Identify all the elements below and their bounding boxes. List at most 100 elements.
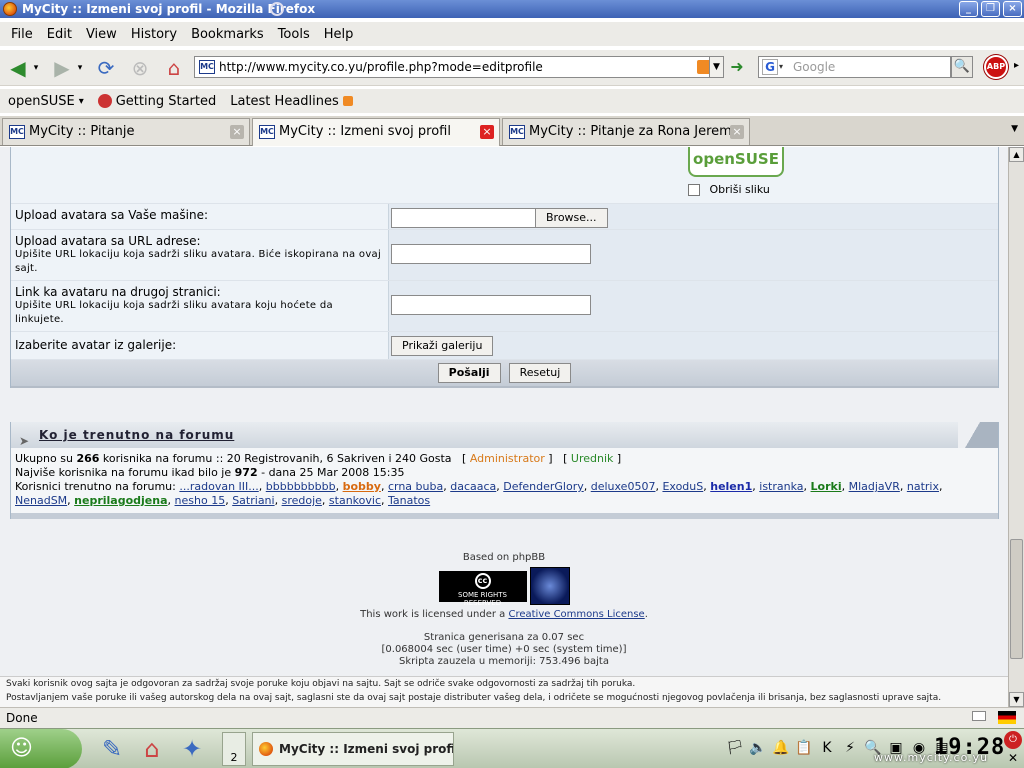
online-user-link[interactable]: MladjaVR [849, 480, 900, 493]
bookmark-getting-started[interactable]: Getting Started [97, 94, 216, 109]
scroll-up-icon[interactable]: ▲ [1009, 147, 1024, 162]
online-user-link[interactable]: nesho 15 [175, 494, 226, 507]
forward-arrow-icon[interactable]: ▶ [50, 56, 74, 80]
search-input[interactable]: G ▾ Google [758, 56, 951, 78]
online-user-link[interactable]: bobby [343, 480, 381, 493]
upload-file-input[interactable] [391, 208, 536, 228]
online-user-link[interactable]: natrix [907, 480, 939, 493]
taskbar: ☺ ✎ ⌂ ✦ 2 MyCity :: Izmeni svoj profil -… [0, 728, 1024, 768]
online-user-link[interactable]: bbbbbbbbbb [266, 480, 336, 493]
window-titlebar[interactable]: MyCity :: Izmeni svoj profil - Mozilla F… [0, 0, 1024, 18]
tab-close-icon[interactable]: × [230, 125, 244, 139]
opensuse-menu-icon[interactable]: ☺ [0, 729, 82, 768]
home-folder-icon[interactable]: ⌂ [136, 733, 168, 765]
show-gallery-button[interactable]: Prikaži galeriju [391, 336, 494, 356]
tab-pitanje-rona[interactable]: MC MyCity :: Pitanje za Rona Jeremy × [502, 118, 750, 145]
us-flag-icon[interactable]: 🏳 [726, 739, 744, 757]
tab-close-icon[interactable]: × [480, 125, 494, 139]
task-group-count[interactable]: 2 [222, 732, 246, 766]
reload-icon[interactable]: ⟳ [94, 56, 118, 80]
phpbb-logo[interactable] [529, 567, 570, 605]
engine-dropdown-icon[interactable]: ▾ [779, 59, 783, 75]
online-user-link[interactable]: neprilagodjena [74, 494, 167, 507]
upload-url-label: Upload avatara sa URL adrese: [15, 234, 201, 248]
creative-commons-link[interactable]: Creative Commons License [508, 609, 644, 620]
scrollbar-thumb[interactable] [1010, 539, 1023, 659]
legend-urednik[interactable]: Urednik [571, 452, 613, 465]
legend-administrator[interactable]: Administrator [470, 452, 545, 465]
back-history-chevron-icon[interactable]: ▾ [30, 56, 42, 80]
online-user-link[interactable]: stankovic [329, 494, 381, 507]
adblock-plus-icon[interactable]: ABP [984, 55, 1008, 79]
network-icon[interactable]: ⚡ [841, 739, 859, 757]
bell-icon[interactable]: 🔔 [772, 739, 790, 757]
go-arrow-icon[interactable]: ➜ [726, 57, 748, 77]
online-user-link[interactable]: Tanatos [388, 494, 430, 507]
volume-icon[interactable]: 🔈 [749, 739, 767, 757]
bookmark-opensuse[interactable]: openSUSE ▾ [8, 94, 84, 109]
online-users-label: Korisnici trenutno na forumu: [15, 480, 176, 493]
online-user-link[interactable]: ...radovan III... [179, 480, 258, 493]
online-user-link[interactable]: sredoje [282, 494, 322, 507]
close-panel-icon[interactable]: ✕ [1008, 751, 1018, 765]
vertical-scrollbar[interactable]: ▲ ▼ [1008, 147, 1024, 707]
menu-tools[interactable]: Tools [271, 27, 317, 42]
delete-image-checkbox[interactable] [688, 184, 700, 196]
menu-file[interactable]: File [4, 27, 40, 42]
online-user-link[interactable]: Satriani [232, 494, 274, 507]
delete-image-option[interactable]: Obriši sliku [688, 183, 770, 196]
menu-bookmarks[interactable]: Bookmarks [184, 27, 271, 42]
kde-icon[interactable]: K [818, 739, 836, 757]
menu-help[interactable]: Help [317, 27, 361, 42]
tab-label: MyCity :: Pitanje [29, 124, 135, 139]
tab-close-icon[interactable]: × [730, 125, 744, 139]
who-is-online-title[interactable]: Ko je trenutno na forumu [39, 428, 234, 442]
upload-url-input[interactable] [391, 244, 591, 264]
magnifier-icon[interactable]: 🔍 [951, 56, 973, 78]
url-bar[interactable]: MC http://www.mycity.co.yu/profile.php?m… [194, 56, 716, 78]
power-icon[interactable]: ⏻ [1004, 731, 1022, 749]
online-user-link[interactable]: helen1 [710, 480, 752, 493]
minimize-button[interactable]: _ [959, 1, 978, 17]
online-user-link[interactable]: crna buba [388, 480, 443, 493]
browser-launcher-icon[interactable]: ✦ [176, 733, 208, 765]
online-user-link[interactable]: Lorki [811, 480, 842, 493]
taskbar-firefox-window[interactable]: MyCity :: Izmeni svoj profil - Mo [252, 732, 454, 766]
online-user-link[interactable]: istranka [759, 480, 803, 493]
submit-button[interactable]: Pošalji [437, 363, 501, 383]
online-user-link[interactable]: ExoduS [662, 480, 703, 493]
online-user-link[interactable]: NenadSM [15, 494, 67, 507]
home-icon[interactable]: ⌂ [162, 56, 186, 80]
online-user-link[interactable]: DefenderGlory [503, 480, 583, 493]
browse-button[interactable]: Browse... [535, 208, 608, 228]
close-button[interactable]: × [1003, 1, 1022, 17]
menu-history[interactable]: History [124, 27, 184, 42]
maximize-button[interactable]: ❐ [981, 1, 1000, 17]
forward-history-chevron-icon[interactable]: ▾ [74, 56, 86, 80]
section-header: ➤ Ko je trenutno na forumu [11, 422, 998, 448]
menu-view[interactable]: View [79, 27, 124, 42]
online-user-link[interactable]: deluxe0507 [591, 480, 656, 493]
clipboard-icon[interactable]: 📋 [795, 739, 813, 757]
editor-launcher-icon[interactable]: ✎ [96, 733, 128, 765]
tab-list-chevron-icon[interactable]: ▼ [1011, 124, 1018, 134]
german-flag-icon[interactable] [998, 711, 1016, 724]
google-engine-icon[interactable]: G [762, 59, 778, 75]
reset-button[interactable]: Resetuj [508, 363, 572, 383]
tab-izmeni-profil[interactable]: MC MyCity :: Izmeni svoj profil × [252, 118, 500, 146]
tab-pitanje[interactable]: MC MyCity :: Pitanje × [2, 118, 250, 145]
online-total-line: Ukupno su 266 korisnika na forumu :: 20 … [15, 452, 622, 465]
back-arrow-icon[interactable]: ◀ [6, 56, 30, 80]
url-text[interactable]: http://www.mycity.co.yu/profile.php?mode… [219, 60, 543, 74]
bookmark-latest-headlines[interactable]: Latest Headlines [230, 94, 353, 109]
scroll-down-icon[interactable]: ▼ [1009, 692, 1024, 707]
link-avatar-input[interactable] [391, 295, 591, 315]
stop-icon[interactable]: ⊗ [128, 56, 152, 80]
menu-edit[interactable]: Edit [40, 27, 79, 42]
online-user-link[interactable]: dacaaca [450, 480, 496, 493]
url-history-dropdown-icon[interactable]: ▼ [709, 56, 724, 78]
mail-icon[interactable] [972, 711, 986, 721]
creative-commons-badge[interactable]: cc SOME RIGHTS RESERVED [438, 570, 527, 607]
tab-favicon: MC [9, 125, 25, 139]
toolbar-overflow-icon[interactable]: ▸ [1014, 60, 1019, 71]
